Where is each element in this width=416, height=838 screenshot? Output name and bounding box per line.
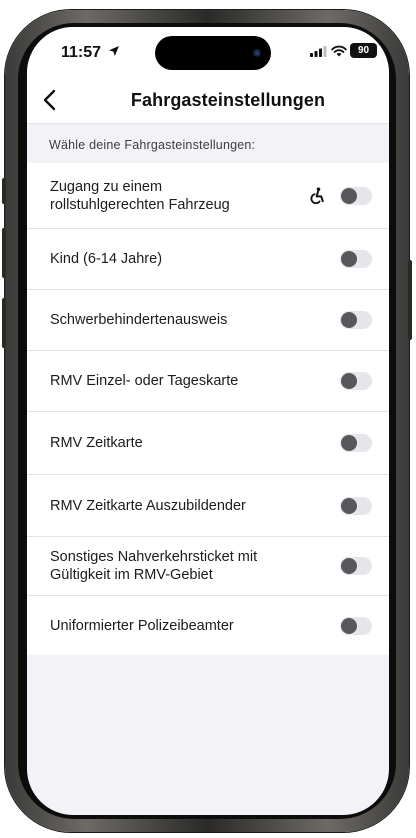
location-arrow-icon (109, 46, 119, 56)
section-header-label: Wähle deine Fahrgasteinstellungen: (49, 138, 256, 152)
toggle-knob (341, 497, 357, 514)
option-label: Schwerbehindertenausweis (50, 312, 228, 328)
wheelchair-icon (310, 187, 324, 204)
toggle-knob (341, 373, 357, 389)
screen: 11:57 90 Fahrgasteinstellungen Wähle dei… (27, 27, 389, 815)
toggle-knob (341, 312, 357, 328)
back-button[interactable] (39, 87, 63, 113)
option-toggle[interactable] (340, 372, 372, 390)
toggle-knob (341, 617, 357, 634)
option-row-kind: Kind (6-14 Jahre) (27, 229, 389, 290)
option-row-einzel-tageskarte: RMV Einzel- oder Tageskarte (27, 351, 389, 412)
volume-up-button (2, 228, 6, 278)
option-toggle[interactable] (340, 186, 372, 205)
option-toggle[interactable] (340, 250, 372, 268)
volume-down-button (2, 298, 6, 348)
camera-dot (253, 49, 261, 57)
option-row-zeitkarte: RMV Zeitkarte (27, 412, 389, 475)
toggle-knob (341, 187, 357, 204)
option-label: Uniformierter Polizeibeamter (50, 617, 234, 634)
status-time: 11:57 (61, 44, 102, 61)
action-button (2, 178, 6, 204)
wifi-icon (331, 45, 347, 57)
option-toggle[interactable] (340, 616, 372, 635)
cellular-signal-icon (310, 46, 327, 57)
option-label: RMV Zeitkarte Auszubildender (50, 497, 246, 514)
navigation-bar: Fahrgasteinstellungen (27, 77, 389, 123)
toggle-knob (341, 558, 357, 574)
option-label: RMV Einzel- oder Tageskarte (50, 373, 239, 389)
option-toggle[interactable] (340, 557, 372, 575)
options-list: Zugang zu einem rollstuhlgerechten Fahrz… (27, 163, 389, 655)
power-button (408, 260, 412, 340)
toggle-knob (341, 435, 357, 451)
section-header: Wähle deine Fahrgasteinstellungen: (27, 123, 389, 164)
option-toggle[interactable] (340, 496, 372, 515)
battery-indicator: 90 (350, 43, 377, 58)
option-label: Kind (6-14 Jahre) (50, 251, 163, 267)
option-row-schwerbehindertenausweis: Schwerbehindertenausweis (27, 290, 389, 351)
status-bar: 11:57 90 (27, 27, 389, 77)
option-row-wheelchair: Zugang zu einem rollstuhlgerechten Fahrz… (27, 163, 389, 229)
option-row-sonstiges-ticket: Sonstiges Nahverkehrsticket mit Gültigke… (27, 537, 389, 596)
option-row-zeitkarte-auszubildender: RMV Zeitkarte Auszubildender (27, 475, 389, 537)
option-toggle[interactable] (340, 311, 372, 329)
option-label: Zugang zu einem rollstuhlgerechten Fahrz… (50, 178, 230, 213)
option-label: Sonstiges Nahverkehrsticket mit Gültigke… (50, 549, 258, 583)
option-toggle[interactable] (340, 434, 372, 452)
option-label: RMV Zeitkarte (50, 435, 143, 451)
page-title: Fahrgasteinstellungen (130, 90, 326, 110)
option-row-polizeibeamter: Uniformierter Polizeibeamter (27, 596, 389, 655)
toggle-knob (341, 251, 357, 267)
